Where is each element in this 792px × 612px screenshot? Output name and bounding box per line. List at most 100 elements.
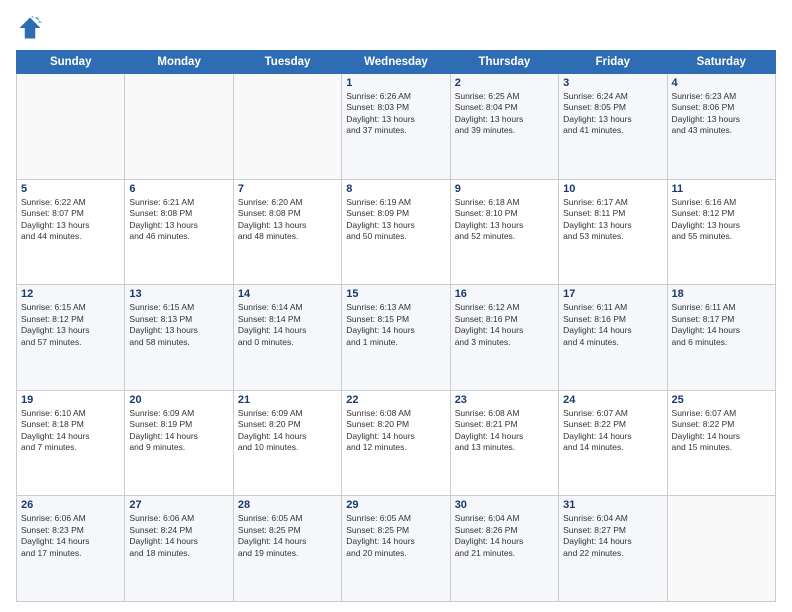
day-info: Sunrise: 6:26 AM Sunset: 8:03 PM Dayligh… xyxy=(346,91,445,137)
weekday-header-row: SundayMondayTuesdayWednesdayThursdayFrid… xyxy=(17,51,776,74)
day-info: Sunrise: 6:12 AM Sunset: 8:16 PM Dayligh… xyxy=(455,302,554,348)
week-row-2: 5 Sunrise: 6:22 AM Sunset: 8:07 PM Daylig… xyxy=(17,179,776,285)
day-info: Sunrise: 6:08 AM Sunset: 8:21 PM Dayligh… xyxy=(455,408,554,454)
day-info: Sunrise: 6:09 AM Sunset: 8:19 PM Dayligh… xyxy=(129,408,228,454)
day-info: Sunrise: 6:05 AM Sunset: 8:25 PM Dayligh… xyxy=(346,513,445,559)
header xyxy=(16,14,776,42)
day-cell-13: 13 Sunrise: 6:15 AM Sunset: 8:13 PM Dayli… xyxy=(125,285,233,391)
day-number: 25 xyxy=(672,394,771,406)
day-cell-10: 10 Sunrise: 6:17 AM Sunset: 8:11 PM Dayli… xyxy=(559,179,667,285)
day-number: 5 xyxy=(21,183,120,195)
day-cell-12: 12 Sunrise: 6:15 AM Sunset: 8:12 PM Dayli… xyxy=(17,285,125,391)
day-info: Sunrise: 6:18 AM Sunset: 8:10 PM Dayligh… xyxy=(455,197,554,243)
day-number: 19 xyxy=(21,394,120,406)
weekday-header-thursday: Thursday xyxy=(450,51,558,74)
day-cell-4: 4 Sunrise: 6:23 AM Sunset: 8:06 PM Daylig… xyxy=(667,74,775,180)
empty-cell xyxy=(17,74,125,180)
day-number: 14 xyxy=(238,288,337,300)
logo-icon xyxy=(16,14,44,42)
day-number: 1 xyxy=(346,77,445,89)
day-number: 12 xyxy=(21,288,120,300)
day-info: Sunrise: 6:13 AM Sunset: 8:15 PM Dayligh… xyxy=(346,302,445,348)
day-cell-7: 7 Sunrise: 6:20 AM Sunset: 8:08 PM Daylig… xyxy=(233,179,341,285)
day-cell-30: 30 Sunrise: 6:04 AM Sunset: 8:26 PM Dayli… xyxy=(450,496,558,602)
day-cell-15: 15 Sunrise: 6:13 AM Sunset: 8:15 PM Dayli… xyxy=(342,285,450,391)
calendar-page: SundayMondayTuesdayWednesdayThursdayFrid… xyxy=(0,0,792,612)
day-number: 20 xyxy=(129,394,228,406)
day-cell-3: 3Sunrise: 6:24 AM Sunset: 8:05 PM Daylig… xyxy=(559,74,667,180)
day-info: Sunrise: 6:25 AM Sunset: 8:04 PM Dayligh… xyxy=(455,91,554,137)
day-cell-14: 14Sunrise: 6:14 AM Sunset: 8:14 PM Dayli… xyxy=(233,285,341,391)
day-info: Sunrise: 6:16 AM Sunset: 8:12 PM Dayligh… xyxy=(672,197,771,243)
day-info: Sunrise: 6:15 AM Sunset: 8:12 PM Dayligh… xyxy=(21,302,120,348)
day-info: Sunrise: 6:05 AM Sunset: 8:25 PM Dayligh… xyxy=(238,513,337,559)
day-number: 22 xyxy=(346,394,445,406)
day-info: Sunrise: 6:11 AM Sunset: 8:16 PM Dayligh… xyxy=(563,302,662,348)
day-number: 23 xyxy=(455,394,554,406)
empty-cell xyxy=(233,74,341,180)
day-info: Sunrise: 6:21 AM Sunset: 8:08 PM Dayligh… xyxy=(129,197,228,243)
day-info: Sunrise: 6:20 AM Sunset: 8:08 PM Dayligh… xyxy=(238,197,337,243)
day-cell-22: 22 Sunrise: 6:08 AM Sunset: 8:20 PM Dayli… xyxy=(342,390,450,496)
day-cell-29: 29 Sunrise: 6:05 AM Sunset: 8:25 PM Dayli… xyxy=(342,496,450,602)
weekday-header-wednesday: Wednesday xyxy=(342,51,450,74)
day-info: Sunrise: 6:10 AM Sunset: 8:18 PM Dayligh… xyxy=(21,408,120,454)
day-number: 9 xyxy=(455,183,554,195)
empty-cell xyxy=(667,496,775,602)
day-info: Sunrise: 6:08 AM Sunset: 8:20 PM Dayligh… xyxy=(346,408,445,454)
day-cell-18: 18Sunrise: 6:11 AM Sunset: 8:17 PM Dayli… xyxy=(667,285,775,391)
day-number: 13 xyxy=(129,288,228,300)
day-cell-28: 28 Sunrise: 6:05 AM Sunset: 8:25 PM Dayli… xyxy=(233,496,341,602)
day-number: 15 xyxy=(346,288,445,300)
day-number: 16 xyxy=(455,288,554,300)
week-row-4: 19 Sunrise: 6:10 AM Sunset: 8:18 PM Dayli… xyxy=(17,390,776,496)
day-cell-19: 19 Sunrise: 6:10 AM Sunset: 8:18 PM Dayli… xyxy=(17,390,125,496)
day-cell-16: 16 Sunrise: 6:12 AM Sunset: 8:16 PM Dayli… xyxy=(450,285,558,391)
day-number: 31 xyxy=(563,499,662,511)
day-info: Sunrise: 6:06 AM Sunset: 8:23 PM Dayligh… xyxy=(21,513,120,559)
empty-cell xyxy=(125,74,233,180)
day-number: 4 xyxy=(672,77,771,89)
day-number: 28 xyxy=(238,499,337,511)
day-info: Sunrise: 6:15 AM Sunset: 8:13 PM Dayligh… xyxy=(129,302,228,348)
day-number: 30 xyxy=(455,499,554,511)
day-info: Sunrise: 6:19 AM Sunset: 8:09 PM Dayligh… xyxy=(346,197,445,243)
day-number: 29 xyxy=(346,499,445,511)
day-cell-6: 6Sunrise: 6:21 AM Sunset: 8:08 PM Daylig… xyxy=(125,179,233,285)
day-number: 21 xyxy=(238,394,337,406)
day-cell-25: 25 Sunrise: 6:07 AM Sunset: 8:22 PM Dayli… xyxy=(667,390,775,496)
day-cell-9: 9 Sunrise: 6:18 AM Sunset: 8:10 PM Daylig… xyxy=(450,179,558,285)
day-info: Sunrise: 6:17 AM Sunset: 8:11 PM Dayligh… xyxy=(563,197,662,243)
weekday-header-tuesday: Tuesday xyxy=(233,51,341,74)
day-info: Sunrise: 6:11 AM Sunset: 8:17 PM Dayligh… xyxy=(672,302,771,348)
day-cell-23: 23 Sunrise: 6:08 AM Sunset: 8:21 PM Dayli… xyxy=(450,390,558,496)
day-number: 11 xyxy=(672,183,771,195)
calendar-table: SundayMondayTuesdayWednesdayThursdayFrid… xyxy=(16,50,776,602)
day-cell-26: 26 Sunrise: 6:06 AM Sunset: 8:23 PM Dayli… xyxy=(17,496,125,602)
day-cell-20: 20 Sunrise: 6:09 AM Sunset: 8:19 PM Dayli… xyxy=(125,390,233,496)
week-row-1: 1 Sunrise: 6:26 AM Sunset: 8:03 PM Daylig… xyxy=(17,74,776,180)
day-info: Sunrise: 6:22 AM Sunset: 8:07 PM Dayligh… xyxy=(21,197,120,243)
logo xyxy=(16,14,48,42)
day-number: 26 xyxy=(21,499,120,511)
day-number: 10 xyxy=(563,183,662,195)
day-number: 8 xyxy=(346,183,445,195)
weekday-header-sunday: Sunday xyxy=(17,51,125,74)
day-cell-27: 27Sunrise: 6:06 AM Sunset: 8:24 PM Dayli… xyxy=(125,496,233,602)
day-cell-2: 2Sunrise: 6:25 AM Sunset: 8:04 PM Daylig… xyxy=(450,74,558,180)
day-cell-11: 11 Sunrise: 6:16 AM Sunset: 8:12 PM Dayli… xyxy=(667,179,775,285)
day-info: Sunrise: 6:04 AM Sunset: 8:26 PM Dayligh… xyxy=(455,513,554,559)
day-cell-21: 21 Sunrise: 6:09 AM Sunset: 8:20 PM Dayli… xyxy=(233,390,341,496)
day-cell-5: 5 Sunrise: 6:22 AM Sunset: 8:07 PM Daylig… xyxy=(17,179,125,285)
day-info: Sunrise: 6:09 AM Sunset: 8:20 PM Dayligh… xyxy=(238,408,337,454)
day-cell-1: 1 Sunrise: 6:26 AM Sunset: 8:03 PM Daylig… xyxy=(342,74,450,180)
day-info: Sunrise: 6:23 AM Sunset: 8:06 PM Dayligh… xyxy=(672,91,771,137)
day-cell-17: 17Sunrise: 6:11 AM Sunset: 8:16 PM Dayli… xyxy=(559,285,667,391)
day-info: Sunrise: 6:07 AM Sunset: 8:22 PM Dayligh… xyxy=(672,408,771,454)
weekday-header-monday: Monday xyxy=(125,51,233,74)
day-number: 24 xyxy=(563,394,662,406)
day-info: Sunrise: 6:07 AM Sunset: 8:22 PM Dayligh… xyxy=(563,408,662,454)
day-number: 7 xyxy=(238,183,337,195)
day-number: 3 xyxy=(563,77,662,89)
week-row-5: 26 Sunrise: 6:06 AM Sunset: 8:23 PM Dayli… xyxy=(17,496,776,602)
